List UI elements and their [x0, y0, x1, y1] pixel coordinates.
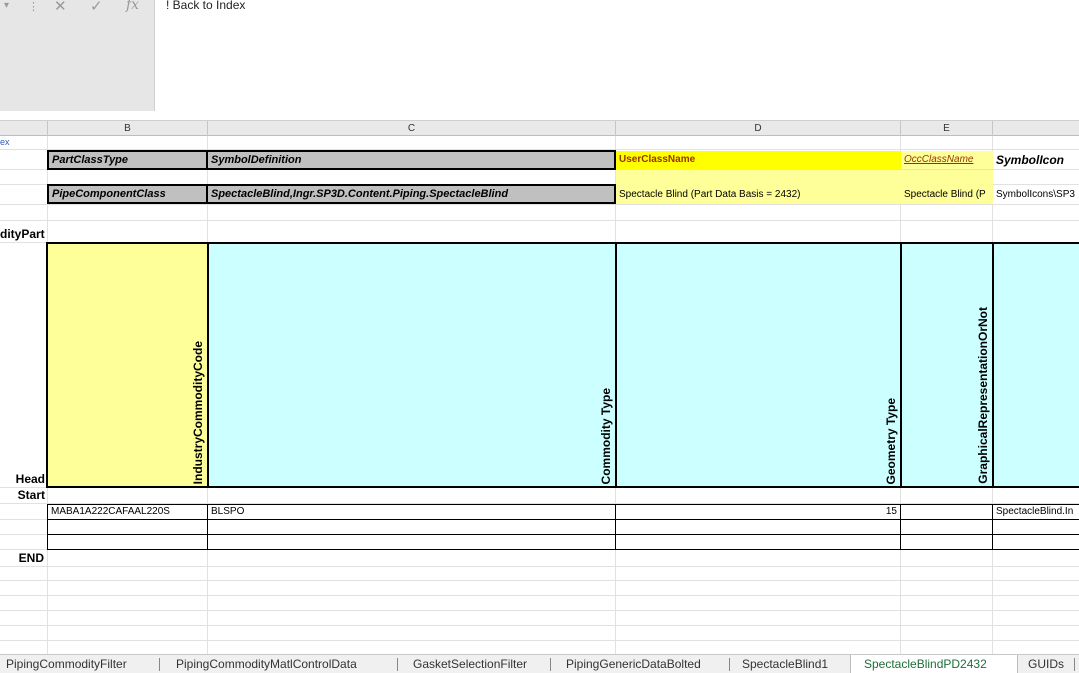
- column-header-e[interactable]: E: [901, 121, 993, 136]
- industry-commodity-code-cell[interactable]: MABA1A222CAFAAL220S: [48, 504, 207, 519]
- graphical-representation-label: GraphicalRepresentationOrNot: [976, 307, 990, 484]
- geometry-type-label: Geometry Type: [884, 397, 898, 484]
- user-class-name-header[interactable]: UserClassName: [616, 151, 901, 169]
- occ-class-name-value[interactable]: Spectacle Blind (P: [901, 186, 993, 204]
- head-label: Head: [15, 472, 45, 486]
- enter-icon[interactable]: ✓: [90, 0, 103, 15]
- column-header-bar: B C D E: [0, 120, 1079, 136]
- tab-spectacle-blind-pd2432[interactable]: SpectacleBlindPD2432: [850, 655, 1018, 673]
- geometry-type-cell[interactable]: 15: [616, 504, 900, 519]
- graphical-representation-column-header[interactable]: GraphicalRepresentationOrNot: [900, 242, 994, 488]
- cancel-icon[interactable]: ✕: [54, 0, 67, 15]
- commodity-type-label: Commodity Type: [599, 387, 613, 484]
- industry-commodity-code-column-header[interactable]: IndustryCommodityCode: [46, 242, 209, 488]
- symbol-cell[interactable]: SpectacleBlind.In: [993, 504, 1079, 519]
- end-label: END: [18, 551, 44, 565]
- insert-function-icon[interactable]: fx: [126, 0, 139, 13]
- formula-input[interactable]: ! Back to Index: [166, 0, 245, 12]
- tab-spectacle-blind-1[interactable]: SpectacleBlind1: [742, 655, 828, 673]
- column-header-a[interactable]: [0, 121, 48, 136]
- sheet-tab-bar: PipingCommodityFilter PipingCommodityMat…: [0, 654, 1079, 673]
- formula-bar: ▾ ⋮ ✕ ✓ fx ! Back to Index: [0, 0, 1079, 111]
- tab-gasket-selection-filter[interactable]: GasketSelectionFilter: [413, 655, 527, 673]
- graphical-representation-cell[interactable]: [901, 504, 992, 519]
- name-box-area: ▾ ⋮ ✕ ✓ fx: [0, 0, 155, 111]
- tab-piping-generic-data-bolted[interactable]: PipingGenericDataBolted: [566, 655, 701, 673]
- column-header-b[interactable]: B: [48, 121, 208, 136]
- name-box-dropdown-icon[interactable]: ▾: [4, 0, 9, 11]
- tab-guids[interactable]: GUIDs: [1028, 655, 1064, 673]
- symbol-definition-header[interactable]: SymbolDefinition: [206, 150, 616, 170]
- geometry-type-column-header[interactable]: Geometry Type: [615, 242, 902, 488]
- user-class-name-value[interactable]: Spectacle Blind (Part Data Basis = 2432): [616, 186, 901, 204]
- commodity-type-column-header[interactable]: Commodity Type: [207, 242, 617, 488]
- part-class-type-header[interactable]: PartClassType: [47, 150, 208, 170]
- spreadsheet-grid[interactable]: ex PartClassType SymbolDefinition UserCl…: [0, 136, 1079, 654]
- column-header-f[interactable]: [993, 121, 1079, 136]
- occ-class-name-header[interactable]: OccClassName: [901, 151, 993, 169]
- commodity-type-cell[interactable]: BLSPO: [208, 504, 615, 519]
- tab-piping-commodity-filter[interactable]: PipingCommodityFilter: [6, 655, 127, 673]
- industry-commodity-code-label: IndustryCommodityCode: [191, 340, 205, 484]
- symbol-definition-value[interactable]: SpectacleBlind,Ingr.SP3D.Content.Piping.…: [206, 184, 616, 204]
- symbol-icon-value[interactable]: SymbolIcons\SP3: [993, 186, 1079, 204]
- symbol-icon-header[interactable]: SymbolIcon: [993, 151, 1079, 169]
- start-label: Start: [17, 488, 45, 502]
- column-header-d[interactable]: D: [616, 121, 901, 136]
- column-header-c[interactable]: C: [208, 121, 616, 136]
- back-to-index-link[interactable]: ex: [0, 136, 45, 149]
- commodity-part-label: dityPart: [0, 227, 45, 241]
- part-class-type-value[interactable]: PipeComponentClass: [47, 184, 208, 204]
- symbol-column-header[interactable]: [992, 242, 1079, 488]
- drag-handle-icon[interactable]: ⋮: [28, 0, 39, 13]
- tab-piping-commodity-matl-control-data[interactable]: PipingCommodityMatlControlData: [176, 655, 357, 673]
